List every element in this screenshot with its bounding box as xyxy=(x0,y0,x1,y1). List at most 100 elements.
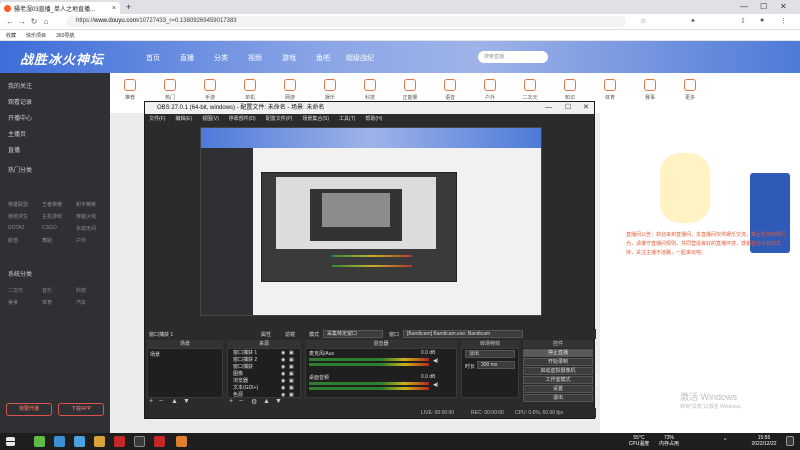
nav-item[interactable]: 视频 xyxy=(248,53,262,63)
extensions-icon[interactable]: ✦ xyxy=(690,17,696,25)
nav-item[interactable]: 直播 xyxy=(180,53,194,63)
app-icon[interactable] xyxy=(94,436,105,447)
close-button[interactable]: ✕ xyxy=(780,2,787,11)
category-tab[interactable]: 户外 xyxy=(478,79,502,101)
move-down-icon[interactable]: ▼ xyxy=(183,398,190,405)
app-icon[interactable] xyxy=(54,436,65,447)
studio-mode-button[interactable]: 工作室模式 xyxy=(523,376,593,384)
star-icon[interactable]: ☆ xyxy=(640,17,646,25)
category-tab[interactable]: 单机 xyxy=(238,79,262,101)
sidebar-item[interactable]: 我的关注 xyxy=(8,81,32,90)
start-recording-button[interactable]: 开始录制 xyxy=(523,358,593,366)
download-icon[interactable]: ⇩ xyxy=(740,17,746,25)
category-link[interactable]: 科技 xyxy=(76,287,86,294)
menu-scene-collection[interactable]: 场景集合(S) xyxy=(302,114,329,124)
douyu-logo[interactable]: 战胜冰火神坛 xyxy=(20,49,104,68)
tab-close-icon[interactable]: × xyxy=(112,5,116,12)
sidebar-item[interactable]: 热门分类 xyxy=(8,165,32,174)
tray-chevron-icon[interactable]: ^ xyxy=(724,438,726,444)
start-icon[interactable] xyxy=(6,437,15,446)
category-link[interactable]: 户外 xyxy=(76,237,86,244)
category-link[interactable]: 舞蹈 xyxy=(42,237,52,244)
category-tab[interactable]: 推荐 xyxy=(118,79,142,101)
move-up-icon[interactable]: ▲ xyxy=(171,398,178,405)
obs-maximize-button[interactable]: ☐ xyxy=(565,102,571,114)
category-link[interactable]: 美食 xyxy=(8,299,18,306)
category-link[interactable]: 穿越火线 xyxy=(76,213,96,220)
sidebar-item[interactable]: 主播页 xyxy=(8,129,26,138)
exit-button[interactable]: 退出 xyxy=(523,394,593,402)
category-link[interactable]: 和平精英 xyxy=(76,201,96,208)
bookmark-item[interactable]: 快乐项目 xyxy=(26,32,46,39)
nav-item[interactable]: 首页 xyxy=(146,53,160,63)
category-link[interactable]: 永劫无间 xyxy=(76,225,96,232)
category-link[interactable]: 王者荣耀 xyxy=(42,201,62,208)
clock[interactable]: 15:55 2022/12/22 xyxy=(746,435,782,447)
category-tab[interactable]: 赛事 xyxy=(638,79,662,101)
sidebar-item[interactable]: 开播中心 xyxy=(8,113,32,122)
category-tab[interactable]: 网游 xyxy=(278,79,302,101)
menu-view[interactable]: 视图(V) xyxy=(202,114,219,124)
address-bar[interactable]: https://www.douyu.com/10727433_r=0.13809… xyxy=(66,16,626,27)
app-icon[interactable] xyxy=(176,436,187,447)
settings-button[interactable]: 设置 xyxy=(523,385,593,393)
category-link[interactable]: DOTA2 xyxy=(8,225,24,231)
menu-tools[interactable]: 工具(T) xyxy=(339,114,355,124)
category-link[interactable]: 二次元 xyxy=(8,287,23,294)
remove-source-icon[interactable]: − xyxy=(239,398,243,405)
category-tab[interactable]: 知识 xyxy=(558,79,582,101)
menu-file[interactable]: 文件(F) xyxy=(149,114,165,124)
category-tab[interactable]: 手游 xyxy=(198,79,222,101)
window-select[interactable]: [Bandicam] Bandicam.exe: Bandicam xyxy=(403,330,523,338)
add-source-icon[interactable]: + xyxy=(229,398,233,405)
category-link[interactable]: 音乐 xyxy=(42,287,52,294)
app-icon[interactable] xyxy=(74,436,85,447)
app-icon[interactable] xyxy=(114,436,125,447)
menu-docks[interactable]: 停靠部件(D) xyxy=(229,114,256,124)
notification-icon[interactable] xyxy=(786,436,794,446)
category-tab[interactable]: 更多 xyxy=(678,79,702,101)
nav-item[interactable]: 游戏 xyxy=(282,53,296,63)
category-tab[interactable]: 热门 xyxy=(158,79,182,101)
transition-select[interactable]: 淡出 xyxy=(465,350,515,358)
obs-minimize-button[interactable]: — xyxy=(545,102,552,114)
new-tab-button[interactable]: + xyxy=(126,2,131,12)
forward-icon[interactable]: → xyxy=(16,17,28,26)
download-app-button[interactable]: 下载APP xyxy=(58,403,104,416)
browser-tab[interactable]: 骚老湿03直播_单人之地直播... × xyxy=(0,2,120,14)
app-icon[interactable] xyxy=(34,436,45,447)
category-link[interactable]: 汽车 xyxy=(76,299,86,306)
douyu-search-input[interactable]: 搜索直播 xyxy=(478,51,548,63)
sidebar-item[interactable]: 系统分类 xyxy=(8,269,32,278)
nav-item[interactable]: 分类 xyxy=(214,53,228,63)
category-link[interactable]: 绝地求生 xyxy=(8,213,28,220)
virtual-camera-button[interactable]: 启动虚拟摄像机 xyxy=(523,367,593,375)
obs-close-button[interactable]: ✕ xyxy=(583,102,589,114)
duration-input[interactable]: 300 ms xyxy=(477,361,515,369)
menu-profile[interactable]: 配置文件(P) xyxy=(266,114,293,124)
properties-button[interactable]: 属性 xyxy=(261,331,271,338)
category-link[interactable]: 颜值 xyxy=(8,237,18,244)
category-link[interactable]: 主机游戏 xyxy=(42,213,62,220)
source-settings-icon[interactable]: ⚙ xyxy=(251,398,257,406)
mode-select[interactable]: 采集特定窗口 xyxy=(323,330,383,338)
scene-item[interactable]: 场景 xyxy=(150,351,160,358)
app-icon[interactable] xyxy=(154,436,165,447)
bookmark-item[interactable]: 360导航 xyxy=(56,32,74,39)
sidebar-item[interactable]: 观看记录 xyxy=(8,97,32,106)
category-link[interactable]: CSGO xyxy=(42,225,57,231)
category-tab[interactable]: 科技 xyxy=(358,79,382,101)
menu-icon[interactable]: ⋮ xyxy=(780,17,787,25)
nav-item[interactable]: 鱼吧 xyxy=(316,53,330,63)
category-tab[interactable]: 正能量 xyxy=(398,79,422,101)
reload-icon[interactable]: ↻ xyxy=(28,17,40,26)
category-link[interactable]: 英雄联盟 xyxy=(8,201,28,208)
menu-edit[interactable]: 编辑(E) xyxy=(175,114,192,124)
nav-item[interactable]: 超级战纪 xyxy=(346,53,374,63)
obs-icon[interactable] xyxy=(134,436,145,447)
sidebar-item[interactable]: 直播 xyxy=(8,145,20,154)
speaker-icon[interactable]: ◀) xyxy=(433,382,439,388)
menu-help[interactable]: 帮助(H) xyxy=(365,114,382,124)
home-icon[interactable]: ⌂ xyxy=(40,17,52,26)
category-tab[interactable]: 体育 xyxy=(598,79,622,101)
